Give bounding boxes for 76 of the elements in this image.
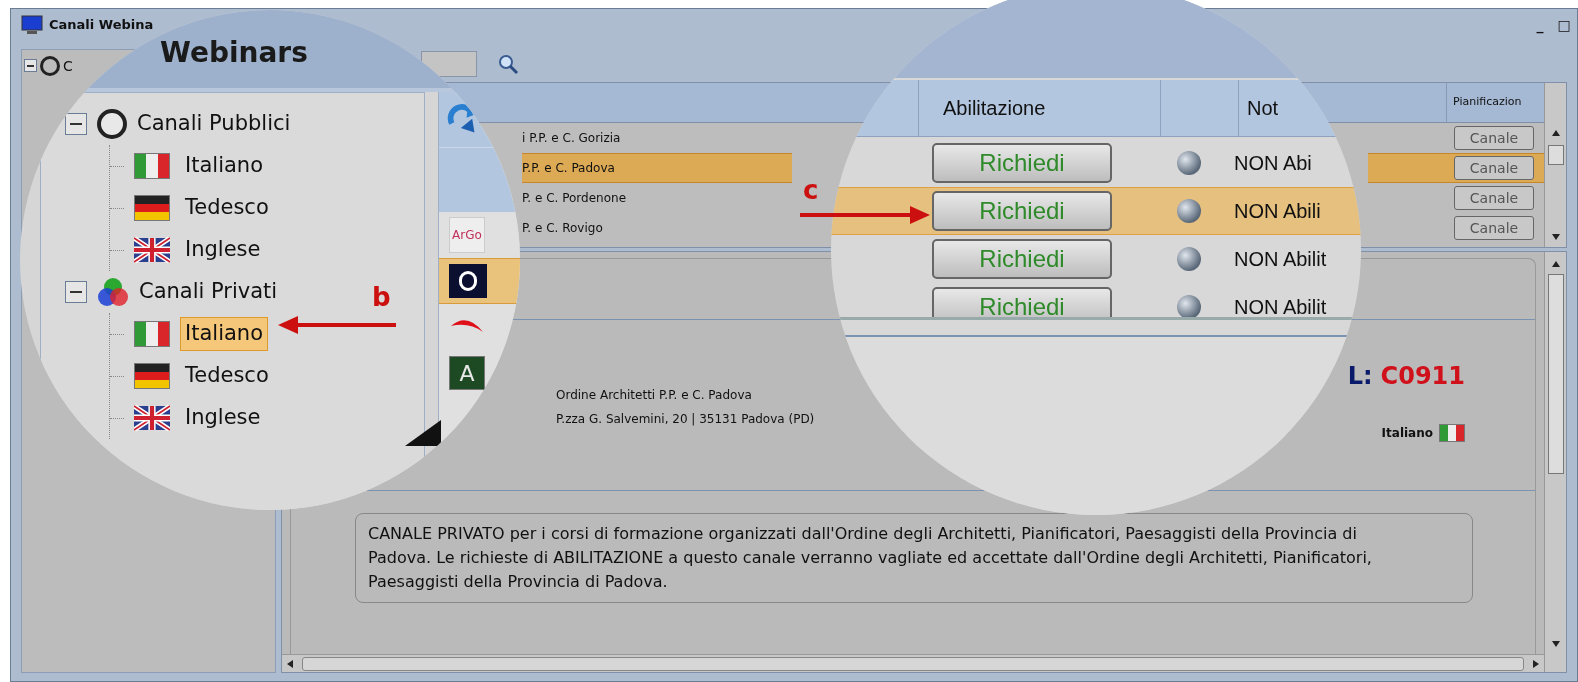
channel-name[interactable]: P.P. e C. Padova xyxy=(522,153,792,183)
ring-icon xyxy=(40,56,60,76)
channel-description: CANALE PRIVATO per i corsi di formazione organizzati dall'Ordine degli Architetti, Pianificatori, Paesaggisti della Provincia di Padova. Le richieste di ABILITAZIONE a questo canale verranno vagliate ed accettate dall'Ordine degli Architetti, Pianificatori, Paesaggisti della Provincia di Padova. xyxy=(355,513,1473,603)
tree-item[interactable]: Inglese xyxy=(180,401,266,435)
channel-action-cell[interactable]: Canale xyxy=(1368,213,1544,243)
channel-name[interactable]: P. e C. Rovigo xyxy=(522,213,792,243)
table-row[interactable]: Richiedi NON Abilit xyxy=(831,283,1361,317)
organization-name: Ordine Architetti P.P. e C. Padova xyxy=(556,387,753,404)
callout-letter: c xyxy=(803,176,819,204)
collapse-toggle[interactable] xyxy=(24,59,37,72)
tree-item[interactable]: Inglese xyxy=(180,233,266,267)
logo-icon xyxy=(449,264,487,298)
scroll-down-icon[interactable] xyxy=(1550,640,1561,648)
channel-code: C0911 xyxy=(1380,361,1465,392)
collapse-toggle[interactable] xyxy=(65,113,87,135)
magnified-title: Webinars xyxy=(160,35,308,71)
status-text: NON Abilit xyxy=(1234,247,1327,272)
status-text: NON Abi xyxy=(1234,151,1312,176)
channel-button[interactable]: Canale xyxy=(1454,186,1534,210)
window-control[interactable]: □ xyxy=(1555,14,1573,36)
table-row[interactable]: Richiedi NON Abi xyxy=(831,139,1361,187)
monitor-icon xyxy=(21,15,43,35)
german-flag-icon xyxy=(134,195,170,221)
channel-name[interactable]: P. e C. Pordenone xyxy=(522,183,792,213)
tree-item[interactable]: Italiano xyxy=(180,149,268,183)
column-header[interactable]: Not xyxy=(1239,80,1361,136)
channel-button[interactable]: Canale xyxy=(1454,126,1534,150)
ring-icon xyxy=(97,109,127,139)
channel-action-cell[interactable]: Canale xyxy=(1368,123,1544,153)
logo-text: ArGo xyxy=(449,217,485,253)
status-text: NON Abili xyxy=(1234,199,1321,224)
italian-flag-icon xyxy=(134,321,170,347)
channel-name[interactable]: i P.P. e C. Gorizia xyxy=(522,123,792,153)
scroll-thumb[interactable] xyxy=(1547,145,1564,165)
tree-group[interactable]: Canali Privati xyxy=(139,276,278,308)
channel-button[interactable]: Canale xyxy=(1454,216,1534,240)
british-flag-icon xyxy=(134,405,170,431)
channel-action-cell[interactable]: Canale xyxy=(1368,183,1544,213)
scroll-right-icon[interactable] xyxy=(1532,658,1540,669)
collapse-toggle[interactable] xyxy=(65,281,87,303)
tree-group[interactable]: Canali Pubblici xyxy=(137,108,291,140)
language-label: Italiano xyxy=(1381,425,1433,442)
vertical-scrollbar[interactable] xyxy=(1544,252,1566,672)
tree-item[interactable]: Tedesco xyxy=(180,191,274,225)
search-icon[interactable] xyxy=(497,53,519,75)
table-row[interactable]: Richiedi NON Abilit xyxy=(831,235,1361,283)
scroll-down-icon[interactable] xyxy=(1550,233,1561,241)
rgb-circles-icon xyxy=(97,276,129,308)
tree-item[interactable]: Tedesco xyxy=(180,359,274,393)
logo-row[interactable]: ArGo xyxy=(439,212,520,258)
horizontal-scrollbar[interactable] xyxy=(282,654,1544,672)
column-header[interactable]: Abilitazione xyxy=(919,80,1161,136)
window-control[interactable]: _ xyxy=(1531,14,1549,36)
callout-letter: b xyxy=(372,282,391,312)
code-label: L: xyxy=(1347,361,1373,392)
table-row[interactable]: Richiedi NON Abili xyxy=(831,187,1361,235)
tree-item[interactable]: Italiano xyxy=(180,317,268,351)
window-title: Canali Webina xyxy=(49,16,154,35)
scroll-thumb[interactable] xyxy=(1547,274,1564,474)
logo-text: A xyxy=(449,356,485,390)
scroll-up-icon[interactable] xyxy=(1550,129,1561,137)
german-flag-icon xyxy=(134,363,170,389)
status-text: NON Abilit xyxy=(1234,295,1327,317)
channel-action-cell[interactable]: Canale xyxy=(1368,153,1544,183)
scroll-left-icon[interactable] xyxy=(286,658,294,669)
italian-flag-icon xyxy=(134,153,170,179)
british-flag-icon xyxy=(134,237,170,263)
scroll-up-icon[interactable] xyxy=(1550,260,1561,268)
italian-flag-icon xyxy=(1439,424,1465,442)
triangle-icon xyxy=(405,420,441,446)
logo-row[interactable] xyxy=(439,258,520,304)
search-field[interactable] xyxy=(421,51,477,77)
scrollbar[interactable] xyxy=(1544,83,1566,247)
organization-address: P.zza G. Salvemini, 20 | 35131 Padova (PD) xyxy=(556,411,815,428)
logo-row[interactable]: A xyxy=(439,350,520,396)
channel-button[interactable]: Canale xyxy=(1454,156,1534,180)
